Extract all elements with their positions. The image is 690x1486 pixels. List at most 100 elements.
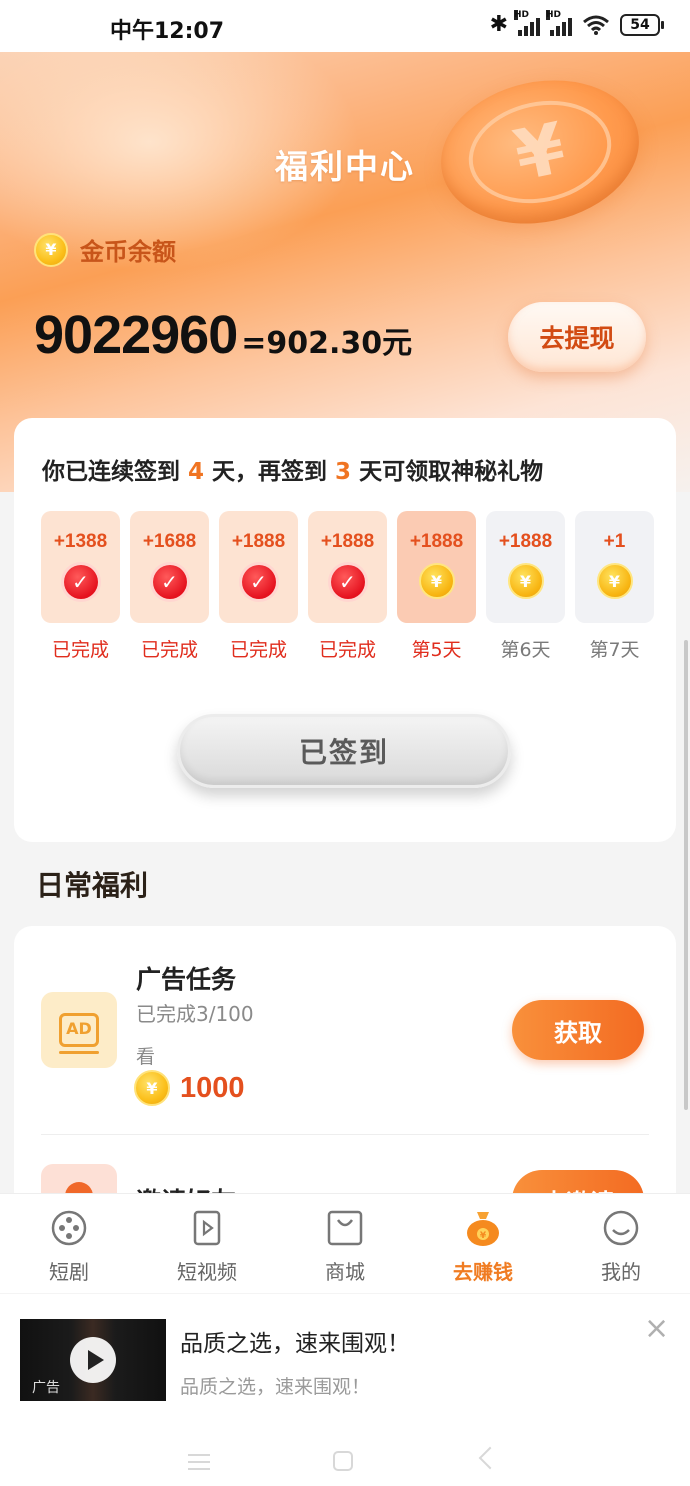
gold-coin-icon: ¥ [507,563,544,599]
smile-face-icon [601,1208,641,1248]
shopping-bag-icon [325,1208,365,1248]
tab-mall[interactable]: 商城 [276,1194,414,1293]
sign-in-days: +1388 ✓ 已完成 +1688 ✓ 已完成 +1888 ✓ 已完成 +188… [41,511,654,662]
sign-day: +1 ¥ 第7天 [575,511,654,662]
sign-day-today: +1888 ¥ 第5天 [397,511,476,662]
sign-day-reward: +1888 [409,531,464,552]
sign-day-box: +1388 ✓ [41,511,120,623]
remaining-days: 3 [335,459,352,485]
ad-subtitle: 品质之选，速来围观！ [180,1376,371,1398]
wifi-icon [583,15,609,35]
film-reel-icon [49,1208,89,1248]
balance-row: 9022960 =902.30元 [34,304,412,366]
check-icon: ✓ [63,565,98,599]
sign-day-label: 第6天 [500,639,551,661]
tab-label: 我的 [601,1260,641,1284]
sign-day: +1888 ¥ 第6天 [486,511,565,662]
task-reward: 1000 [180,1071,245,1104]
signal-hd-icon: HD [546,9,572,36]
sign-day-label: 已完成 [51,639,109,661]
ad-thumbnail[interactable]: 广告 [20,1319,166,1401]
svg-text:¥: ¥ [480,1231,487,1241]
task-name: 广告任务 [136,965,237,994]
sign-day-reward: +1 [603,531,626,552]
status-time: 中午12:07 [110,19,225,44]
task-progress: 已完成3/100 [136,1002,254,1026]
sign-day-label: 已完成 [229,639,287,661]
video-play-icon [187,1208,227,1248]
signal-hd-icon: HD [514,9,540,36]
battery-icon: 54 [620,13,664,36]
task-card: AD 广告任务 已完成3/100 看 ¥ 1000 获取 邀请好友 去邀请 [14,926,676,1226]
sign-day-box: +1888 ✓ [219,511,298,623]
signed-in-button[interactable]: 已签到 [177,714,511,788]
ad-banner[interactable]: 广告 品质之选，速来围观！ 品质之选，速来围观！ × [0,1294,690,1424]
balance-label: 金币余额 [80,238,176,266]
sign-day-reward: +1888 [320,531,375,552]
sign-day-box: +1888 ¥ [397,511,476,623]
ad-glyph: AD [59,1013,99,1054]
bluetooth-icon: ✱ [489,12,508,37]
withdraw-button[interactable]: 去提现 [508,302,646,372]
sign-day-box: +1888 ¥ [486,511,565,623]
sign-title-prefix: 你已连续签到 [42,459,189,485]
sign-in-card: 你已连续签到 4 天，再签到 3 天可领取神秘礼物 +1388 ✓ 已完成 +1… [14,418,676,842]
status-icons: ✱ HD HD 54 [489,9,664,37]
tab-label: 商城 [325,1260,365,1284]
tab-mine[interactable]: 我的 [552,1194,690,1293]
tab-label: 短剧 [49,1260,89,1284]
page-title: 福利中心 [275,147,415,186]
bottom-tab-bar: 短剧 短视频 商城 ¥ 去赚钱 我的 [0,1193,690,1293]
sign-day-label: 已完成 [140,639,198,661]
balance-coins: 9022960 [34,305,238,365]
sign-in-title: 你已连续签到 4 天，再签到 3 天可领取神秘礼物 [42,452,543,486]
sign-day-reward: +1388 [53,531,108,552]
gold-coin-icon: ¥ [596,563,633,599]
menu-icon[interactable] [188,1454,210,1475]
get-button[interactable]: 获取 [512,1000,644,1060]
gold-coin-icon: ¥ [418,563,455,599]
daily-welfare-title: 日常福利 [36,869,149,902]
tab-short-video[interactable]: 短视频 [138,1194,276,1293]
sign-day: +1888 ✓ 已完成 [308,511,387,662]
ad-tag: 广告 [32,1380,60,1396]
task-desc: 看 [136,1046,156,1068]
gold-coin-icon: ¥ [34,232,68,267]
money-bag-icon: ¥ [463,1208,503,1248]
scrollbar[interactable] [684,640,688,1110]
ad-icon: AD [41,992,117,1068]
tab-short-drama[interactable]: 短剧 [0,1194,138,1293]
play-icon [70,1337,116,1383]
close-icon[interactable]: × [644,1314,669,1344]
sign-day: +1688 ✓ 已完成 [130,511,209,662]
system-nav-bar [0,1424,690,1486]
sign-day-box: +1888 ✓ [308,511,387,623]
tab-earn-money[interactable]: ¥ 去赚钱 [414,1194,552,1293]
sign-day-label: 已完成 [318,639,376,661]
home-icon[interactable] [333,1451,353,1471]
sign-day: +1388 ✓ 已完成 [41,511,120,662]
balance-yuan: =902.30元 [241,326,413,361]
check-icon: ✓ [241,565,276,599]
status-bar: 中午12:07 ✱ HD HD 54 [0,0,690,52]
sign-day-reward: +1888 [231,531,286,552]
sign-day-reward: +1688 [142,531,197,552]
gold-coin-icon: ¥ [134,1070,170,1106]
task-divider [41,1134,649,1135]
sign-day-reward: +1888 [498,531,553,552]
sign-title-mid: 天，再签到 [204,459,336,485]
sign-day-box: +1 ¥ [575,511,654,623]
sign-title-suffix: 天可领取神秘礼物 [351,459,544,485]
streak-days: 4 [188,459,205,485]
tab-label: 短视频 [177,1260,237,1284]
sign-day-label: 第5天 [411,639,462,661]
sign-day-label: 第7天 [589,639,640,661]
sign-day-box: +1688 ✓ [130,511,209,623]
back-icon[interactable] [478,1446,502,1470]
check-icon: ✓ [330,565,365,599]
sign-day: +1888 ✓ 已完成 [219,511,298,662]
balance-label-row: ¥ 金币余额 [34,232,176,267]
ad-title: 品质之选，速来围观！ [180,1331,410,1357]
task-reward-row: ¥ 1000 [134,1070,245,1106]
tab-label: 去赚钱 [453,1260,513,1284]
